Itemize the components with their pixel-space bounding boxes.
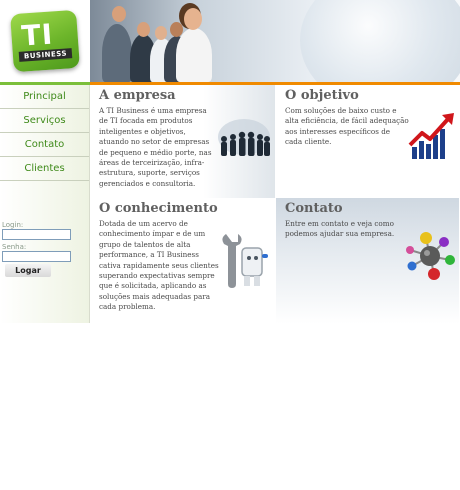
person-head [155,26,167,40]
section-title: A empresa [99,88,176,103]
person-figure [102,24,132,82]
section-text: Entre em contato e veja como podemos aju… [285,219,395,239]
person-head [137,22,150,37]
login-button[interactable]: Logar [5,264,51,277]
person-head [184,8,202,30]
header-banner-image [90,0,460,82]
network-spheres-icon [406,232,455,280]
nav-item-contato[interactable]: Contato [0,133,89,157]
section-conhecimento: O conhecimento Dotada de um acervo de co… [96,198,275,324]
section-title: Contato [285,201,343,216]
section-title: O objetivo [285,88,359,103]
growth-chart-icon [408,113,454,159]
password-label: Senha: [2,243,27,251]
nav-item-clientes[interactable]: Clientes [0,157,89,181]
login-input[interactable] [2,229,71,240]
wrench-robot-icon [222,234,268,288]
logo-area: TI BUSINESS [0,0,90,82]
section-title: O conhecimento [99,201,218,216]
section-empresa: A empresa A TI Business é uma empresa de… [96,85,275,198]
login-form: Login: Senha: Logar [2,218,88,277]
password-input[interactable] [2,251,71,262]
banner-globe-graphic [300,0,460,82]
section-text: A TI Business é uma empresa de TI focada… [99,106,212,188]
business-people-icon [218,119,270,156]
nav-item-servicos[interactable]: Serviços [0,109,89,133]
section-objetivo: O objetivo Com soluções de baixo custo e… [280,85,459,198]
login-label: Login: [2,221,24,229]
nav-item-principal[interactable]: Principal [0,85,89,109]
ti-business-logo[interactable]: TI BUSINESS [10,9,80,73]
person-figure [176,28,212,82]
sidebar: Principal Serviços Contato Clientes [0,85,90,323]
person-head [112,6,126,22]
logo-text: TI [20,17,55,53]
section-text: Dotada de um acervo de conhecimento ímpa… [99,219,219,312]
section-contato: Contato Entre em contato e veja como pod… [276,198,459,324]
section-text: Com soluções de baixo custo e alta efici… [285,106,409,147]
